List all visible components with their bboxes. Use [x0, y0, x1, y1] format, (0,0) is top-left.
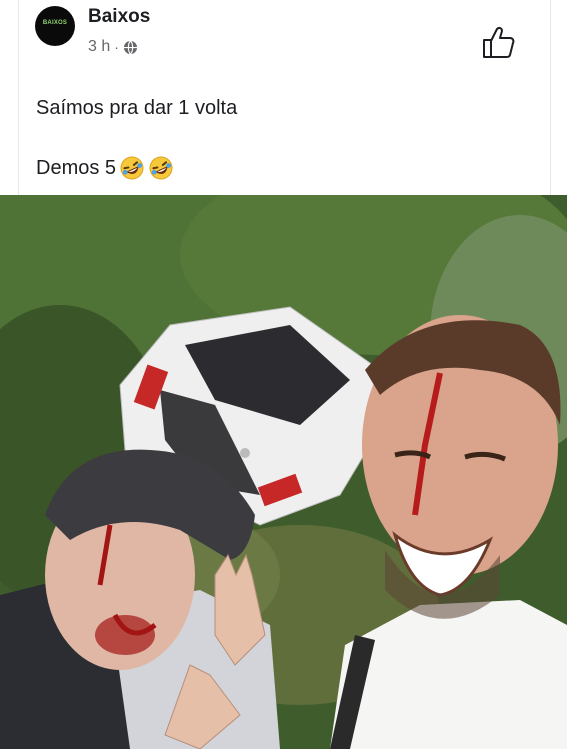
laughing-emoji-icon: [149, 156, 173, 180]
post-text-line2-row: Demos 5: [36, 155, 174, 181]
post-meta: 3 h ·: [88, 38, 138, 56]
author-name[interactable]: Baixos: [88, 6, 150, 28]
meta-separator: ·: [114, 39, 119, 55]
post-time[interactable]: 3 h: [88, 38, 110, 56]
post-header-card: BAIXOS Baixos 3 h · Saímos pra dar 1 vol…: [18, 0, 551, 195]
post-text-line1: Saímos pra dar 1 volta: [36, 97, 238, 119]
page-avatar[interactable]: BAIXOS: [35, 6, 75, 46]
avatar-logo-text: BAIXOS: [42, 20, 68, 26]
selfie-crash-illustration: [0, 195, 567, 749]
post-text-line2: Demos 5: [36, 157, 117, 179]
thumbs-up-icon[interactable]: [480, 24, 516, 60]
laughing-emoji-icon: [120, 156, 144, 180]
globe-icon: [123, 40, 137, 54]
post-photo[interactable]: [0, 195, 567, 749]
